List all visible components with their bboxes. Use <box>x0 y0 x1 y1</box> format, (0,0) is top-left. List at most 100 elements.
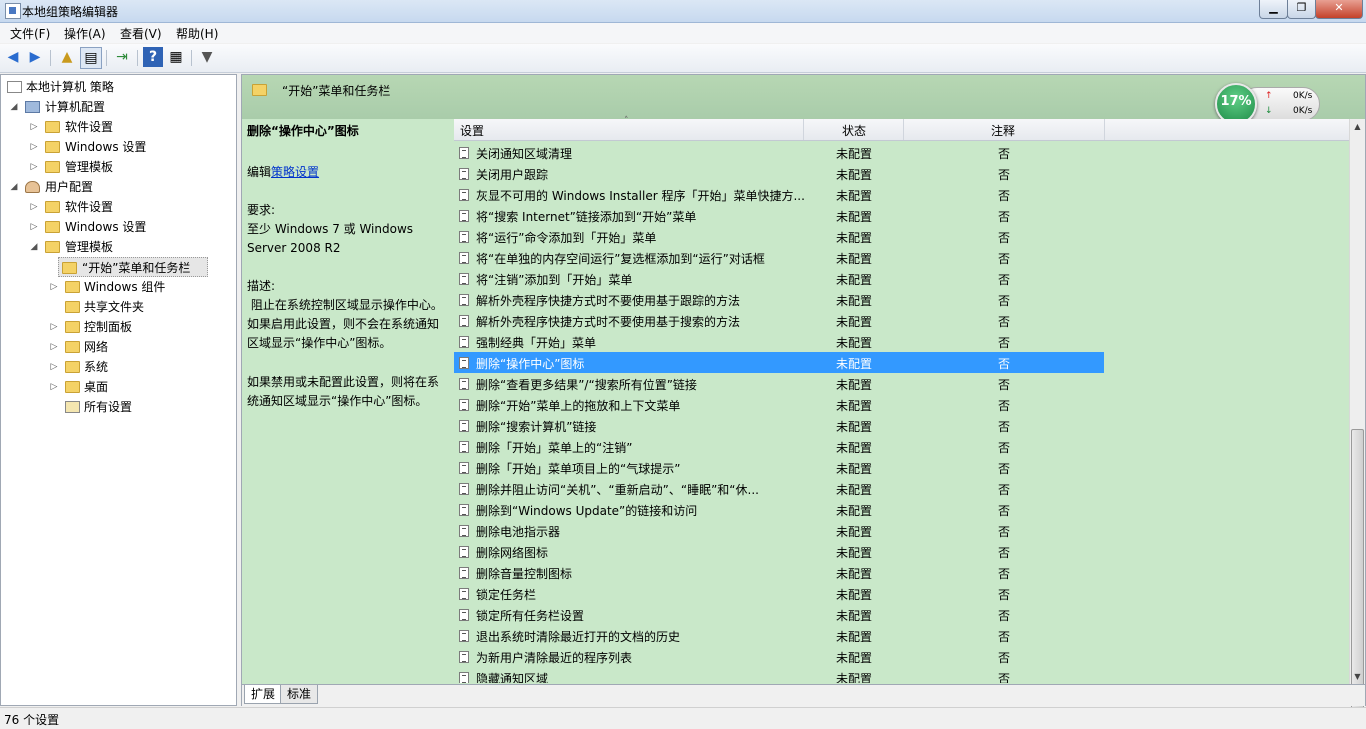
folder-icon <box>65 381 80 393</box>
properties-icon[interactable]: ▦ <box>166 47 186 67</box>
column-divider[interactable] <box>903 119 904 140</box>
table-row[interactable]: 强制经典「开始」菜单 未配置 否 <box>454 331 1104 352</box>
table-row[interactable]: 灰显不可用的 Windows Installer 程序「开始」菜单快捷方... 未… <box>454 184 1104 205</box>
setting-name: 关闭通知区域清理 <box>476 147 573 161</box>
scroll-down-arrow-icon[interactable]: ▼ <box>1350 669 1365 685</box>
expand-arrow-icon[interactable]: ▷ <box>29 117 39 137</box>
menu-bar: 文件(F) 操作(A) 查看(V) 帮助(H) <box>0 23 1366 43</box>
close-button[interactable]: ✕ <box>1315 0 1363 19</box>
setting-name: 为新用户清除最近的程序列表 <box>476 651 633 665</box>
setting-name: 解析外壳程序快捷方式时不要使用基于跟踪的方法 <box>476 294 741 308</box>
edit-policy-link[interactable]: 策略设置 <box>271 165 319 179</box>
user-icon <box>25 181 40 193</box>
table-row[interactable]: 隐藏通知区域 未配置 否 <box>454 667 1104 683</box>
column-header-setting[interactable]: 设置 <box>460 122 484 139</box>
minimize-button[interactable]: ▁ <box>1259 0 1288 19</box>
expand-arrow-icon[interactable]: ▷ <box>49 317 59 337</box>
table-row[interactable]: 删除电池指示器 未配置 否 <box>454 520 1104 541</box>
menu-view[interactable]: 查看(V) <box>120 25 162 42</box>
expand-arrow-icon[interactable]: ▷ <box>49 357 59 377</box>
table-row[interactable]: 关闭用户跟踪 未配置 否 <box>454 163 1104 184</box>
expand-arrow-icon[interactable]: ▷ <box>49 377 59 397</box>
toolbar-separator <box>50 50 51 66</box>
column-header-comment[interactable]: 注释 <box>991 122 1015 139</box>
forward-arrow-icon[interactable]: ▶ <box>25 47 45 67</box>
toolbar-separator <box>106 50 107 66</box>
tree-label: 软件设置 <box>65 120 114 134</box>
table-row[interactable]: 删除网络图标 未配置 否 <box>454 541 1104 562</box>
export-list-icon[interactable]: ⇥ <box>112 47 132 67</box>
table-row[interactable]: 解析外壳程序快捷方式时不要使用基于搜索的方法 未配置 否 <box>454 310 1104 331</box>
back-arrow-icon[interactable]: ◀ <box>3 47 23 67</box>
tree-label: 本地计算机 策略 <box>26 80 114 94</box>
expand-arrow-icon[interactable]: ▷ <box>29 197 39 217</box>
table-row[interactable]: 删除“开始”菜单上的拖放和上下文菜单 未配置 否 <box>454 394 1104 415</box>
show-hide-tree-icon[interactable]: ▤ <box>80 47 102 69</box>
window-title: 本地组策略编辑器 <box>22 5 119 19</box>
tree-node-start-menu[interactable]: “开始”菜单和任务栏 <box>58 257 208 277</box>
setting-comment: 否 <box>998 588 1011 602</box>
table-row[interactable]: 删除「开始」菜单上的“注销” 未配置 否 <box>454 436 1104 457</box>
table-row[interactable]: 关闭通知区域清理 未配置 否 <box>454 142 1104 163</box>
expand-arrow-icon[interactable]: ▷ <box>49 277 59 297</box>
policy-setting-icon <box>459 294 469 306</box>
policy-setting-icon <box>459 189 469 201</box>
scroll-up-arrow-icon[interactable]: ▲ <box>1350 119 1365 135</box>
description-label: 描述: <box>247 279 276 293</box>
expand-arrow-icon[interactable]: ▷ <box>29 137 39 157</box>
table-row[interactable]: 将“在单独的内存空间运行”复选框添加到“运行”对话框 未配置 否 <box>454 247 1104 268</box>
table-row[interactable]: 删除“查看更多结果”/“搜索所有位置”链接 未配置 否 <box>454 373 1104 394</box>
tab-extended[interactable]: 扩展 <box>244 685 283 704</box>
table-row[interactable]: 删除音量控制图标 未配置 否 <box>454 562 1104 583</box>
table-row[interactable]: 为新用户清除最近的程序列表 未配置 否 <box>454 646 1104 667</box>
table-row[interactable]: 将“注销”添加到「开始」菜单 未配置 否 <box>454 268 1104 289</box>
table-row[interactable]: 锁定任务栏 未配置 否 <box>454 583 1104 604</box>
table-row[interactable]: 删除“操作中心”图标 未配置 否 <box>454 352 1104 373</box>
setting-state: 未配置 <box>836 672 873 683</box>
folder-icon <box>65 341 80 353</box>
policy-setting-icon <box>459 441 469 453</box>
sort-ascending-icon: ˄ <box>624 116 629 126</box>
collapse-arrow-icon[interactable]: ◢ <box>9 97 19 117</box>
folder-open-icon <box>45 241 60 253</box>
table-row[interactable]: 删除「开始」菜单项目上的“气球提示” 未配置 否 <box>454 457 1104 478</box>
maximize-button[interactable]: ❐ <box>1287 0 1316 19</box>
tree-label: 共享文件夹 <box>84 300 145 314</box>
table-row[interactable]: 删除并阻止访问“关机”、“重新启动”、“睡眠”和“休... 未配置 否 <box>454 478 1104 499</box>
setting-comment: 否 <box>998 168 1011 182</box>
table-row[interactable]: 删除到“Windows Update”的链接和访问 未配置 否 <box>454 499 1104 520</box>
description-line-1: 阻止在系统控制区域显示操作中心。 <box>247 298 443 312</box>
menu-action[interactable]: 操作(A) <box>64 25 106 42</box>
setting-comment: 否 <box>998 231 1011 245</box>
table-row[interactable]: 锁定所有任务栏设置 未配置 否 <box>454 604 1104 625</box>
up-folder-icon[interactable]: ▲ <box>57 47 77 67</box>
computer-icon <box>25 101 40 113</box>
help-icon[interactable]: ? <box>143 47 163 67</box>
menu-help[interactable]: 帮助(H) <box>176 25 218 42</box>
policy-name: 删除“操作中心”图标 <box>247 124 359 138</box>
upload-speed: 0K/s <box>1293 91 1313 101</box>
expand-arrow-icon[interactable]: ▷ <box>49 337 59 357</box>
menu-file[interactable]: 文件(F) <box>10 25 50 42</box>
tab-standard[interactable]: 标准 <box>280 685 319 704</box>
setting-comment: 否 <box>998 525 1011 539</box>
vertical-scrollbar[interactable]: ▲ ▼ <box>1349 119 1365 719</box>
download-speed: 0K/s <box>1293 106 1313 116</box>
table-row[interactable]: 将“搜索 Internet”链接添加到“开始”菜单 未配置 否 <box>454 205 1104 226</box>
column-divider[interactable] <box>1104 119 1105 140</box>
table-row[interactable]: 删除“搜索计算机”链接 未配置 否 <box>454 415 1104 436</box>
collapse-arrow-icon[interactable]: ◢ <box>9 177 19 197</box>
setting-name: 锁定所有任务栏设置 <box>476 609 585 623</box>
expand-arrow-icon[interactable]: ▷ <box>29 217 39 237</box>
column-header-state[interactable]: 状态 <box>842 122 866 139</box>
column-divider[interactable] <box>803 119 804 140</box>
table-row[interactable]: 退出系统时清除最近打开的文档的历史 未配置 否 <box>454 625 1104 646</box>
collapse-arrow-icon[interactable]: ◢ <box>29 237 39 257</box>
table-row[interactable]: 将“运行”命令添加到「开始」菜单 未配置 否 <box>454 226 1104 247</box>
expand-arrow-icon[interactable]: ▷ <box>29 157 39 177</box>
filter-icon[interactable]: ▼ <box>197 47 217 67</box>
tree-label: 网络 <box>84 340 109 354</box>
policy-setting-icon <box>459 651 469 663</box>
table-row[interactable]: 解析外壳程序快捷方式时不要使用基于跟踪的方法 未配置 否 <box>454 289 1104 310</box>
tree-label: 用户配置 <box>45 180 94 194</box>
